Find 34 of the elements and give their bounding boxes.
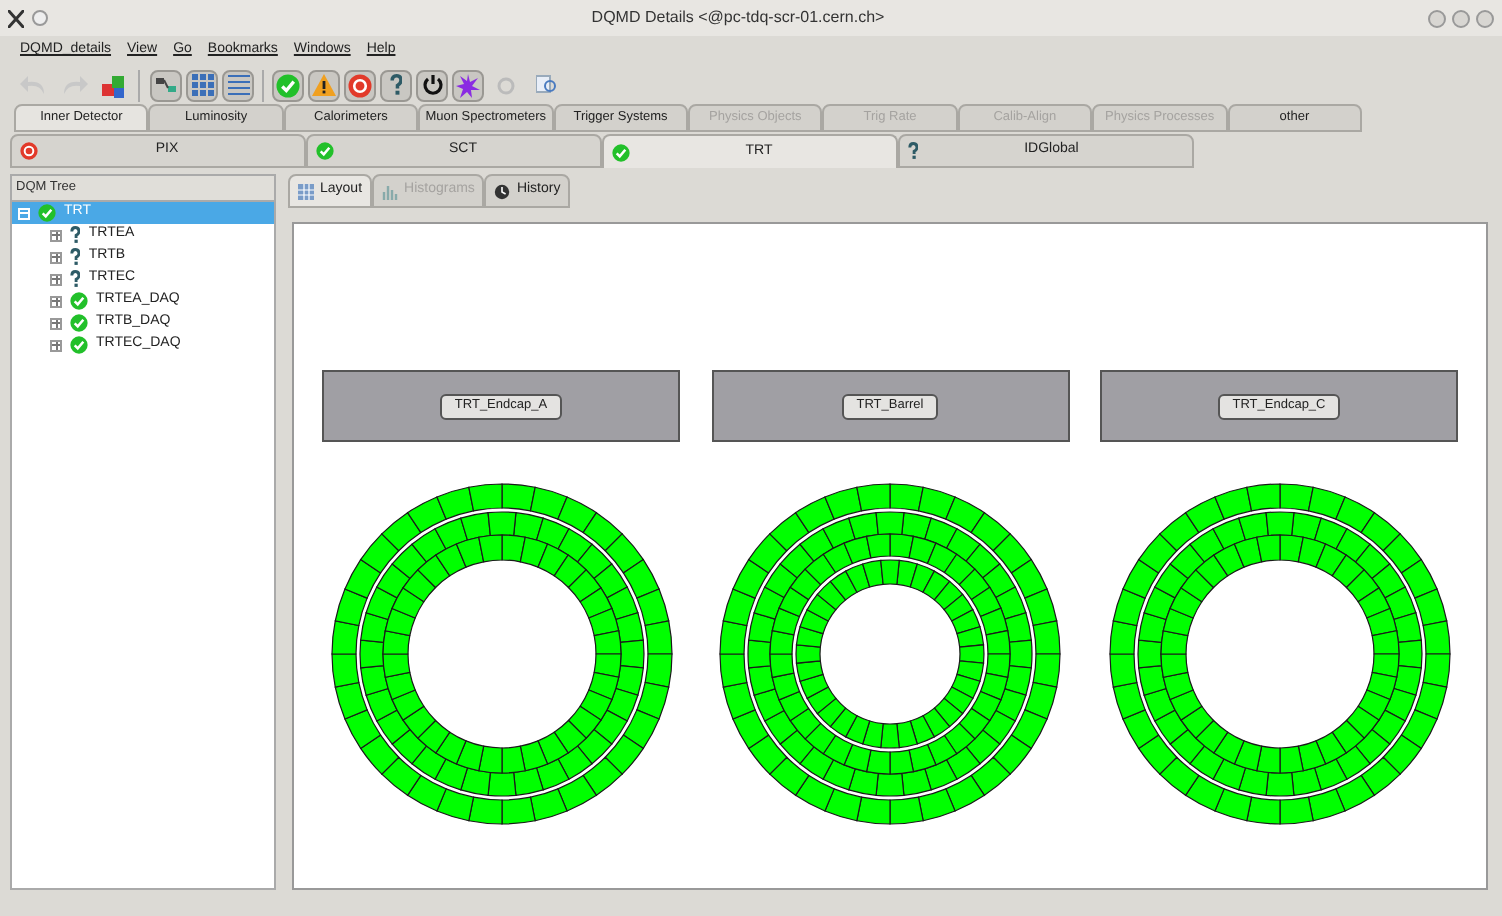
expand-icon[interactable]	[50, 251, 62, 263]
tree-view-button[interactable]	[150, 69, 182, 101]
warning-filter-button[interactable]	[308, 69, 340, 101]
grid-icon	[191, 74, 213, 96]
error-filter-button[interactable]	[344, 69, 376, 101]
burst-filter-button[interactable]	[452, 69, 484, 101]
list-icon	[227, 74, 249, 96]
hierarchy-icon	[155, 75, 177, 95]
question-icon	[389, 74, 403, 96]
window-title: DQMD Details <@pc-tdq-scr-01.cern.ch>	[589, 6, 887, 30]
clock-icon	[494, 183, 511, 199]
expand-icon[interactable]	[50, 339, 62, 351]
expand-icon[interactable]	[50, 229, 62, 241]
minimize-button[interactable]	[1428, 9, 1446, 27]
power-icon	[421, 74, 443, 96]
check-icon	[276, 73, 300, 97]
window-menu-button[interactable]	[32, 10, 48, 26]
close-button[interactable]	[1476, 9, 1494, 27]
grid-view-button[interactable]	[186, 69, 218, 101]
unknown-filter-button[interactable]	[380, 69, 412, 101]
error-icon	[348, 73, 372, 97]
ok-filter-button[interactable]	[272, 69, 304, 101]
expand-icon[interactable]	[50, 317, 62, 329]
collapse-icon[interactable]	[18, 207, 30, 219]
x-logo-icon	[8, 9, 24, 27]
warning-icon	[312, 74, 336, 96]
maximize-button[interactable]	[1452, 9, 1470, 27]
burst-icon	[456, 73, 480, 97]
expand-icon[interactable]	[50, 273, 62, 285]
power-button[interactable]	[416, 69, 448, 101]
list-view-button[interactable]	[222, 69, 254, 101]
bar-chart-icon	[382, 183, 399, 199]
expand-icon[interactable]	[50, 295, 62, 307]
grid-icon	[298, 183, 314, 199]
